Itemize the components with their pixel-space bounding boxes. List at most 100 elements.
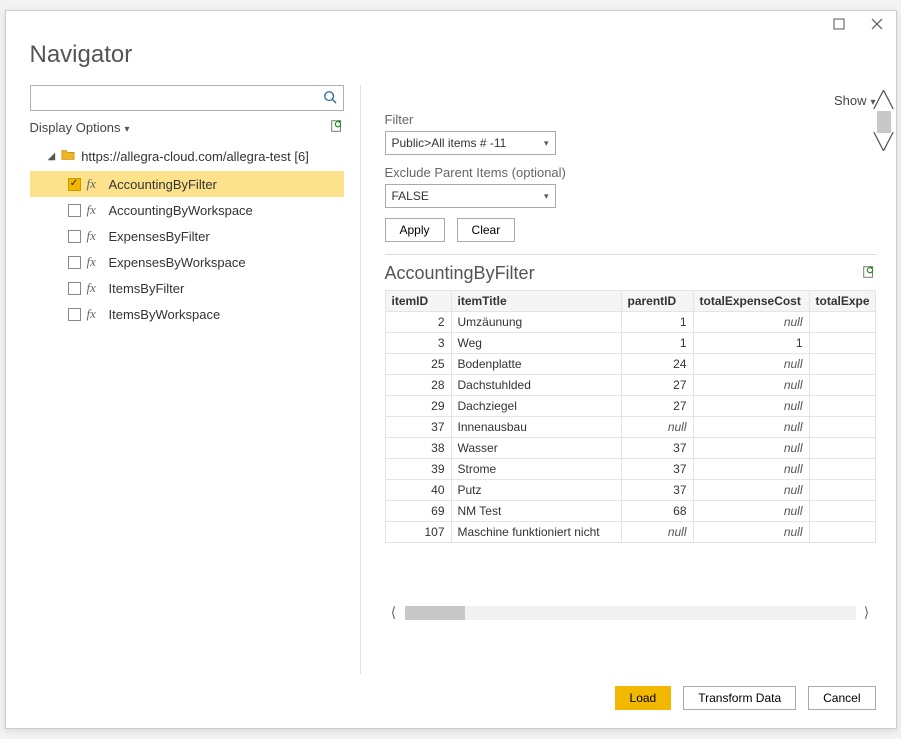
preview-table-wrap: itemIDitemTitleparentIDtotalExpenseCostt…	[385, 290, 876, 674]
tree-root[interactable]: ◢ https://allegra-cloud.com/allegra-test…	[30, 144, 344, 169]
table-row[interactable]: 25Bodenplatte24null	[385, 354, 875, 375]
cell-truncated	[809, 480, 875, 501]
cell-itemtitle: Umzäunung	[451, 312, 621, 333]
cell-itemid: 38	[385, 438, 451, 459]
cell-parentid: null	[621, 522, 693, 543]
search-input[interactable]	[37, 91, 323, 106]
tree-root-label: https://allegra-cloud.com/allegra-test […	[81, 149, 309, 164]
cell-totalexpensecost: null	[693, 417, 809, 438]
table-row[interactable]: 38Wasser37null	[385, 438, 875, 459]
clear-button[interactable]: Clear	[457, 218, 516, 242]
preview-refresh-icon[interactable]	[862, 265, 876, 282]
column-header[interactable]: totalExpe	[809, 291, 875, 312]
scroll-down-icon[interactable]: ╲╱	[874, 135, 893, 151]
exclude-param: Exclude Parent Items (optional) FALSE ▾	[385, 165, 876, 208]
cell-totalexpensecost: 1	[693, 333, 809, 354]
cell-itemtitle: Putz	[451, 480, 621, 501]
tree-item-itemsbyworkspace[interactable]: fxItemsByWorkspace	[30, 301, 344, 327]
table-row[interactable]: 40Putz37null	[385, 480, 875, 501]
titlebar	[6, 11, 896, 37]
search-box[interactable]	[30, 85, 344, 111]
transform-data-button[interactable]: Transform Data	[683, 686, 796, 710]
cell-parentid: 37	[621, 480, 693, 501]
display-options-dropdown[interactable]: Display Options	[30, 120, 130, 135]
tree-item-accountingbyfilter[interactable]: ✓fxAccountingByFilter	[30, 171, 344, 197]
show-dropdown[interactable]: Show	[834, 93, 876, 108]
checkbox[interactable]	[68, 282, 81, 295]
close-button[interactable]	[870, 17, 884, 31]
exclude-label: Exclude Parent Items (optional)	[385, 165, 876, 180]
cell-itemtitle: Weg	[451, 333, 621, 354]
checkbox[interactable]	[68, 230, 81, 243]
load-button[interactable]: Load	[615, 686, 672, 710]
scrollbar-thumb[interactable]	[405, 606, 465, 620]
filter-value: Public>All items # -11	[392, 136, 507, 150]
scrollbar-track[interactable]	[405, 606, 856, 620]
apply-button[interactable]: Apply	[385, 218, 445, 242]
checkbox[interactable]	[68, 308, 81, 321]
tree-item-accountingbyworkspace[interactable]: fxAccountingByWorkspace	[30, 197, 344, 223]
cell-parentid: 24	[621, 354, 693, 375]
filter-label: Filter	[385, 112, 876, 127]
table-row[interactable]: 69NM Test68null	[385, 501, 875, 522]
cell-itemid: 25	[385, 354, 451, 375]
cell-totalexpensecost: null	[693, 312, 809, 333]
cell-itemid: 107	[385, 522, 451, 543]
function-icon: fx	[87, 176, 103, 192]
maximize-button[interactable]	[832, 17, 846, 31]
column-header[interactable]: itemID	[385, 291, 451, 312]
cancel-button[interactable]: Cancel	[808, 686, 875, 710]
scrollbar-thumb[interactable]	[877, 111, 891, 133]
cell-truncated	[809, 417, 875, 438]
content: Display Options ◢ https://allegra-cloud.…	[6, 85, 896, 674]
navigator-dialog: Navigator Display Options ◢	[5, 10, 897, 729]
scroll-left-icon[interactable]: ⟨	[385, 604, 403, 621]
column-header[interactable]: totalExpenseCost	[693, 291, 809, 312]
table-row[interactable]: 2Umzäunung1null	[385, 312, 875, 333]
exclude-value: FALSE	[392, 189, 429, 203]
cell-itemtitle: Dachziegel	[451, 396, 621, 417]
checkbox[interactable]: ✓	[68, 178, 81, 191]
table-row[interactable]: 37Innenausbaunullnull	[385, 417, 875, 438]
collapse-icon[interactable]: ◢	[48, 151, 56, 162]
search-icon[interactable]	[323, 90, 337, 107]
table-row[interactable]: 28Dachstuhlded27null	[385, 375, 875, 396]
tree-item-label: ItemsByFilter	[109, 281, 185, 296]
filter-param: Filter Public>All items # -11 ▾	[385, 112, 876, 155]
cell-itemid: 29	[385, 396, 451, 417]
cell-truncated	[809, 459, 875, 480]
exclude-dropdown[interactable]: FALSE ▾	[385, 184, 556, 208]
checkbox[interactable]	[68, 256, 81, 269]
cell-parentid: 27	[621, 375, 693, 396]
horizontal-scrollbar[interactable]: ⟨ ⟩	[385, 603, 876, 621]
tree-item-expensesbyfilter[interactable]: fxExpensesByFilter	[30, 223, 344, 249]
cell-itemid: 40	[385, 480, 451, 501]
filter-dropdown[interactable]: Public>All items # -11 ▾	[385, 131, 556, 155]
tree-item-itemsbyfilter[interactable]: fxItemsByFilter	[30, 275, 344, 301]
vertical-scrollbar[interactable]: ╱╲ ╲╱	[876, 93, 892, 151]
cell-itemtitle: Strome	[451, 459, 621, 480]
cell-truncated	[809, 375, 875, 396]
checkbox[interactable]	[68, 204, 81, 217]
param-buttons: Apply Clear	[385, 218, 876, 242]
refresh-icon[interactable]	[330, 119, 344, 136]
cell-parentid: 68	[621, 501, 693, 522]
column-header[interactable]: parentID	[621, 291, 693, 312]
column-header[interactable]: itemTitle	[451, 291, 621, 312]
scroll-right-icon[interactable]: ⟩	[858, 604, 876, 621]
navigator-tree: ◢ https://allegra-cloud.com/allegra-test…	[30, 144, 344, 327]
cell-itemtitle: Maschine funktioniert nicht	[451, 522, 621, 543]
tree-item-label: AccountingByWorkspace	[109, 203, 253, 218]
tree-item-expensesbyworkspace[interactable]: fxExpensesByWorkspace	[30, 249, 344, 275]
footer: Load Transform Data Cancel	[6, 674, 896, 728]
table-row[interactable]: 29Dachziegel27null	[385, 396, 875, 417]
scroll-up-icon[interactable]: ╱╲	[874, 93, 893, 109]
table-row[interactable]: 39Strome37null	[385, 459, 875, 480]
table-row[interactable]: 3Weg11	[385, 333, 875, 354]
cell-parentid: 1	[621, 333, 693, 354]
function-icon: fx	[87, 254, 103, 270]
cell-itemtitle: Wasser	[451, 438, 621, 459]
cell-itemid: 2	[385, 312, 451, 333]
table-row[interactable]: 107Maschine funktioniert nichtnullnull	[385, 522, 875, 543]
right-top-row: Show	[385, 93, 876, 108]
